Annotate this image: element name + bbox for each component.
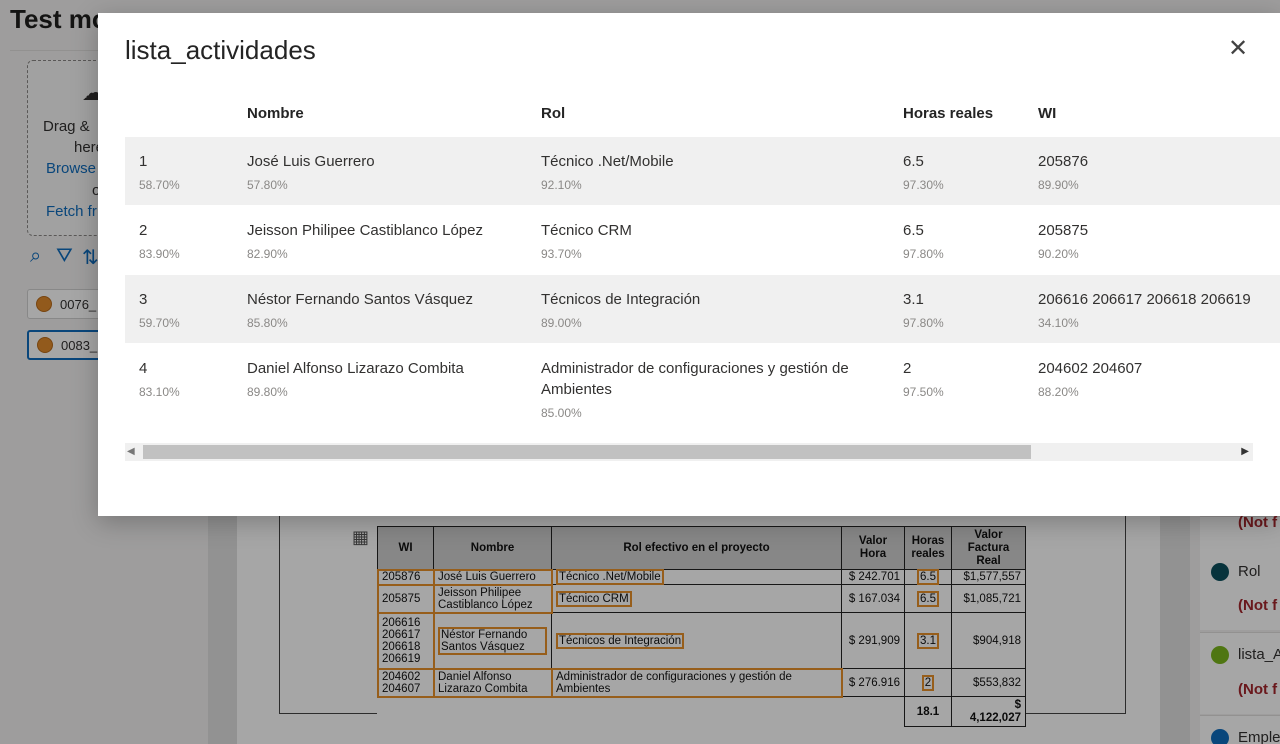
nombre-cell[interactable]: José Luis Guerrero 57.80% [247,151,375,192]
rol-cell[interactable]: Técnico CRM 93.70% [541,220,881,261]
rol-cell[interactable]: Técnico .Net/Mobile 92.10% [541,151,881,192]
row-index: 4 [139,360,148,377]
nombre-cell[interactable]: Néstor Fernando Santos Vásquez 85.80% [247,289,473,330]
table-row[interactable]: 2 83.90% Jeisson Philipee Castiblanco Ló… [125,206,1280,275]
table-row[interactable]: 1 58.70% José Luis Guerrero 57.80% Técni… [125,137,1280,206]
horas-cell[interactable]: 6.5 97.80% [903,220,944,261]
row-index: 1 [139,153,148,170]
confidence: 90.20% [1038,247,1079,261]
table-row[interactable]: 3 59.70% Néstor Fernando Santos Vásquez … [125,275,1280,344]
cell-value: 206616 206617 206618 206619 [1038,291,1251,308]
column-header-nombre: Nombre [247,105,304,122]
scrollbar-thumb[interactable] [143,445,1031,459]
cell-value: José Luis Guerrero [247,153,375,170]
table-row[interactable]: 4 83.10% Daniel Alfonso Lizarazo Combita… [125,344,1280,434]
cell-value: 205876 [1038,153,1089,170]
confidence: 97.80% [903,316,944,330]
horas-cell[interactable]: 3.1 97.80% [903,289,944,330]
rol-cell[interactable]: Administrador de configuraciones y gesti… [541,358,881,420]
confidence: 89.00% [541,316,582,330]
horas-cell[interactable]: 6.5 97.30% [903,151,944,192]
confidence: 83.90% [139,247,180,261]
cell-value: Néstor Fernando Santos Vásquez [247,291,473,308]
column-header-rol: Rol [541,105,566,122]
confidence: 89.90% [1038,178,1079,192]
horizontal-scrollbar[interactable]: ◀ ▶ [125,443,1253,461]
nombre-cell[interactable]: Jeisson Philipee Castiblanco López 82.90… [247,220,483,261]
row-index-cell: 3 59.70% [139,289,180,330]
cell-value: 205875 [1038,222,1089,239]
close-icon: ✕ [1227,35,1249,62]
cell-value: Técnico CRM [541,222,632,239]
close-button[interactable]: ✕ [1226,35,1250,62]
cell-value: Técnicos de Integración [541,291,701,308]
confidence: 83.10% [139,385,180,399]
cell-value: 3.1 [903,291,924,308]
rol-cell[interactable]: Técnicos de Integración 89.00% [541,289,881,330]
cell-value: Administrador de configuraciones y gesti… [541,360,849,398]
wi-cell[interactable]: 204602 204607 88.20% [1038,358,1142,399]
wi-cell[interactable]: 205876 89.90% [1038,151,1088,192]
confidence: 97.50% [903,385,944,399]
row-index-cell: 2 83.90% [139,220,180,261]
cell-value: 2 [903,360,912,377]
row-index-cell: 1 58.70% [139,151,180,192]
confidence: 93.70% [541,247,582,261]
row-index: 3 [139,291,148,308]
dialog-title: lista_actividades [125,35,316,65]
cell-value: Daniel Alfonso Lizarazo Combita [247,360,464,377]
cell-value: Jeisson Philipee Castiblanco López [247,222,483,239]
confidence: 92.10% [541,178,582,192]
field-table: Nombre Rol Horas reales WI 1 58.70% José… [125,93,1280,434]
row-index-cell: 4 83.10% [139,358,180,399]
wi-cell[interactable]: 206616 206617 206618 206619 34.10% [1038,289,1251,330]
confidence: 97.30% [903,178,944,192]
scroll-left-icon[interactable]: ◀ [127,446,135,457]
cell-value: Técnico .Net/Mobile [541,153,674,170]
confidence: 85.00% [541,406,582,420]
confidence: 97.80% [903,247,944,261]
table-dialog: lista_actividades ✕ Nombre Rol Horas rea… [98,13,1280,516]
nombre-cell[interactable]: Daniel Alfonso Lizarazo Combita 89.80% [247,358,464,399]
confidence: 58.70% [139,178,180,192]
confidence: 88.20% [1038,385,1079,399]
cell-value: 6.5 [903,222,924,239]
cell-value: 204602 204607 [1038,360,1143,377]
wi-cell[interactable]: 205875 90.20% [1038,220,1088,261]
confidence: 34.10% [1038,316,1079,330]
column-header-wi: WI [1038,105,1057,122]
confidence: 85.80% [247,316,288,330]
row-index: 2 [139,222,148,239]
table-header: Nombre Rol Horas reales WI [125,93,1280,137]
column-header-horas: Horas reales [903,105,994,122]
confidence: 89.80% [247,385,288,399]
confidence: 82.90% [247,247,288,261]
horas-cell[interactable]: 2 97.50% [903,358,944,399]
cell-value: 6.5 [903,153,924,170]
confidence: 59.70% [139,316,180,330]
confidence: 57.80% [247,178,288,192]
scroll-right-icon[interactable]: ▶ [1241,446,1249,457]
